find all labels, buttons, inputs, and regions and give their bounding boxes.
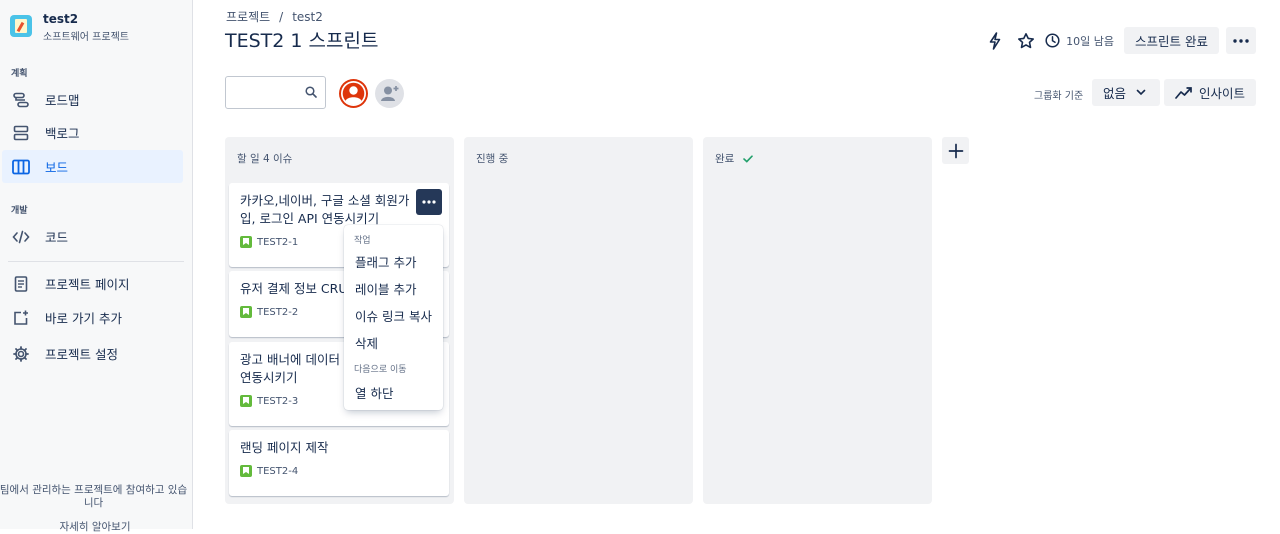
project-logo-icon — [10, 15, 32, 37]
chevron-down-icon — [1136, 89, 1146, 96]
board-column-done: 완료 — [703, 137, 932, 504]
group-by-label: 그룹화 기준 — [1034, 91, 1084, 102]
breadcrumb-projects[interactable]: 프로젝트 — [226, 10, 270, 24]
user-avatar-icon — [341, 81, 366, 106]
card-title: 카카오,네이버, 구글 소셜 회원가입, 로그인 API 연동시키기 — [240, 193, 410, 226]
gear-icon — [12, 345, 30, 363]
search-input[interactable] — [225, 76, 326, 109]
planning-section-label: 계획 — [11, 69, 28, 79]
column-title: 완료 — [715, 151, 754, 166]
issue-key: TEST2-3 — [257, 395, 299, 407]
story-icon — [240, 236, 252, 248]
more-actions-button[interactable] — [1226, 27, 1256, 54]
card-title: 랜딩 페이지 제작 — [240, 440, 329, 455]
column-title: 할 일 4 이슈 — [237, 153, 293, 165]
menu-group-label: 다음으로 이동 — [354, 365, 407, 375]
sidebar-item-add-shortcut[interactable]: 바로 가기 추가 — [2, 301, 183, 334]
code-icon — [12, 228, 30, 246]
add-shortcut-icon — [12, 309, 30, 327]
search-icon — [305, 86, 317, 98]
lightning-icon — [989, 31, 1001, 50]
project-name: test2 — [43, 12, 79, 26]
sidebar-item-label: 백로그 — [45, 126, 80, 141]
sidebar-item-roadmap[interactable]: 로드맵 — [2, 83, 183, 116]
chart-line-icon — [1175, 87, 1192, 99]
sidebar-item-board[interactable]: 보드 — [2, 150, 183, 183]
backlog-icon — [12, 124, 30, 142]
sidebar-item-backlog[interactable]: 백로그 — [2, 116, 183, 149]
divider — [8, 261, 184, 262]
group-by-select[interactable]: 없음 — [1092, 79, 1160, 106]
complete-sprint-button[interactable]: 스프린트 완료 — [1124, 27, 1219, 54]
menu-item-add-label[interactable]: 레이블 추가 — [344, 276, 443, 301]
page-title: TEST2 1 스프린트 — [225, 30, 379, 52]
breadcrumb-project[interactable]: test2 — [292, 10, 323, 24]
project-header[interactable]: test2 소프트웨어 프로젝트 — [10, 12, 129, 43]
breadcrumb: 프로젝트 / test2 — [226, 10, 323, 24]
dev-section-label: 개발 — [11, 206, 28, 216]
story-icon — [240, 465, 252, 477]
menu-group-label: 작업 — [354, 236, 371, 246]
issue-key: TEST2-1 — [257, 236, 299, 248]
sidebar-item-label: 프로젝트 설정 — [45, 347, 118, 362]
team-managed-notice: 팀에서 관리하는 프로젝트에 참여하고 있습니다 — [0, 484, 188, 509]
header-actions: 10일 남음 스프린트 완료 — [977, 27, 1256, 54]
sidebar-item-label: 프로젝트 페이지 — [45, 277, 130, 292]
more-icon — [1233, 38, 1249, 43]
plus-icon — [948, 143, 963, 158]
column-title: 진행 중 — [476, 153, 509, 165]
automation-button[interactable] — [982, 28, 1008, 54]
issue-key: TEST2-2 — [257, 306, 299, 318]
card-more-button[interactable] — [416, 189, 442, 215]
story-icon — [240, 306, 252, 318]
sidebar-item-label: 보드 — [45, 160, 69, 175]
card-title: 광고 배너에 데이터 연동시키기 — [240, 352, 340, 385]
learn-more-link[interactable]: 자세히 알아보기 — [0, 519, 190, 534]
more-icon — [422, 200, 436, 204]
issue-key: TEST2-4 — [257, 465, 299, 477]
menu-item-delete[interactable]: 삭제 — [344, 330, 443, 355]
menu-item-copy-issue-link[interactable]: 이슈 링크 복사 — [344, 303, 443, 328]
add-user-icon — [381, 86, 399, 101]
board-column-in-progress: 진행 중 — [464, 137, 693, 504]
add-people-button[interactable] — [375, 79, 404, 108]
sidebar-item-code[interactable]: 코드 — [2, 220, 183, 253]
card-actions-menu: 작업 플래그 추가 레이블 추가 이슈 링크 복사 삭제 다음으로 이동 열 하… — [344, 225, 443, 410]
story-icon — [240, 395, 252, 407]
page-icon — [12, 275, 30, 293]
group-by-value: 없음 — [1103, 86, 1127, 101]
issue-card[interactable]: 랜딩 페이지 제작 TEST2-4 — [229, 430, 449, 496]
sidebar-item-project-settings[interactable]: 프로젝트 설정 — [2, 337, 183, 370]
sidebar-item-project-pages[interactable]: 프로젝트 페이지 — [2, 267, 183, 300]
star-button[interactable] — [1013, 28, 1039, 54]
insights-label: 인사이트 — [1199, 86, 1246, 101]
insights-button[interactable]: 인사이트 — [1164, 79, 1257, 106]
sidebar-item-label: 로드맵 — [45, 93, 80, 108]
star-icon — [1018, 32, 1035, 48]
sidebar: test2 소프트웨어 프로젝트 계획 로드맵 백로그 보드 개발 코드 프로젝… — [0, 0, 193, 533]
board-icon — [12, 158, 30, 176]
roadmap-icon — [12, 91, 30, 109]
add-column-button[interactable] — [942, 137, 969, 164]
days-remaining-text: 10일 남음 — [1066, 34, 1115, 48]
sidebar-item-label: 코드 — [45, 230, 69, 245]
avatar[interactable] — [339, 79, 368, 108]
days-remaining[interactable]: 10일 남음 — [1045, 33, 1114, 49]
sidebar-item-label: 바로 가기 추가 — [45, 311, 122, 326]
clock-icon — [1045, 33, 1060, 48]
menu-item-column-bottom[interactable]: 열 하단 — [344, 380, 443, 405]
check-icon — [743, 154, 754, 163]
project-type: 소프트웨어 프로젝트 — [43, 32, 129, 43]
menu-item-add-flag[interactable]: 플래그 추가 — [344, 249, 443, 274]
